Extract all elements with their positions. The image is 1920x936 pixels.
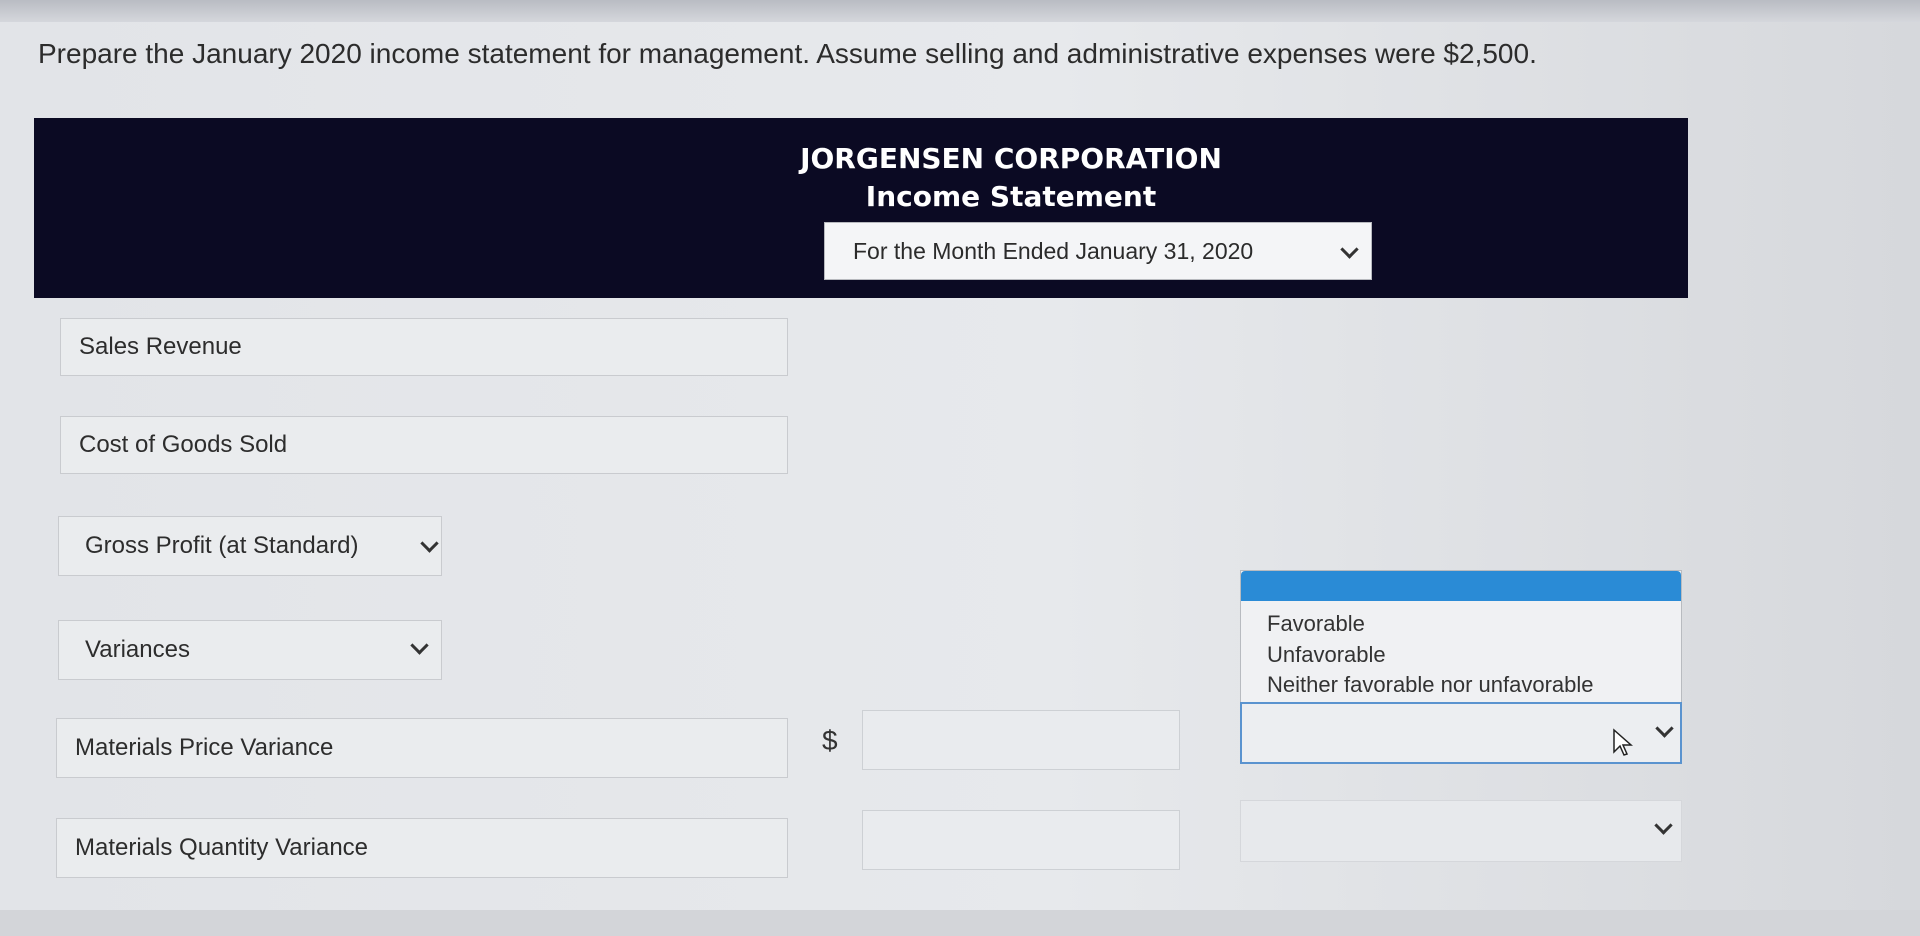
materials-price-variance-amount-input[interactable] (862, 710, 1180, 770)
option-unfavorable[interactable]: Unfavorable (1267, 642, 1386, 668)
cost-of-goods-sold-label: Cost of Goods Sold (79, 431, 288, 458)
statement-title: Income Statement (865, 180, 1157, 213)
company-name: JORGENSEN CORPORATION (800, 142, 1222, 175)
materials-quantity-variance-type-select[interactable] (1240, 800, 1682, 862)
currency-symbol: $ (822, 725, 838, 756)
option-favorable[interactable]: Favorable (1267, 611, 1365, 637)
period-select[interactable]: For the Month Ended January 31, 2020 (824, 222, 1372, 280)
chevron-down-icon (1655, 719, 1674, 738)
variances-label: Variances (85, 636, 190, 663)
sales-revenue-label: Sales Revenue (79, 333, 242, 360)
mouse-cursor-icon (1613, 728, 1633, 756)
materials-quantity-variance-field[interactable]: Materials Quantity Variance (56, 818, 788, 878)
materials-price-variance-label: Materials Price Variance (75, 734, 334, 761)
gross-profit-select[interactable]: Gross Profit (at Standard) (58, 516, 442, 576)
question-text: Prepare the January 2020 income statemen… (38, 38, 1537, 69)
taskbar-strip (0, 910, 1920, 936)
chevron-down-icon (1654, 816, 1673, 835)
chevron-down-icon (420, 534, 439, 553)
option-neither[interactable]: Neither favorable nor unfavorable (1267, 672, 1594, 698)
materials-price-variance-field[interactable]: Materials Price Variance (56, 718, 788, 778)
screen: Prepare the January 2020 income statemen… (0, 0, 1920, 936)
materials-quantity-variance-label: Materials Quantity Variance (75, 834, 369, 861)
browser-top-edge (0, 0, 1920, 22)
cost-of-goods-sold-field[interactable]: Cost of Goods Sold (60, 416, 788, 474)
chevron-down-icon (410, 636, 429, 655)
variances-select[interactable]: Variances (58, 620, 442, 680)
dropdown-highlight-row[interactable] (1241, 571, 1681, 601)
variance-type-dropdown[interactable]: Favorable Unfavorable Neither favorable … (1240, 570, 1682, 704)
period-select-value: For the Month Ended January 31, 2020 (853, 237, 1254, 264)
sales-revenue-field[interactable]: Sales Revenue (60, 318, 788, 376)
statement-header: JORGENSEN CORPORATION Income Statement F… (34, 118, 1688, 298)
gross-profit-label: Gross Profit (at Standard) (85, 532, 359, 559)
chevron-down-icon (1340, 240, 1359, 259)
materials-quantity-variance-amount-input[interactable] (862, 810, 1180, 870)
